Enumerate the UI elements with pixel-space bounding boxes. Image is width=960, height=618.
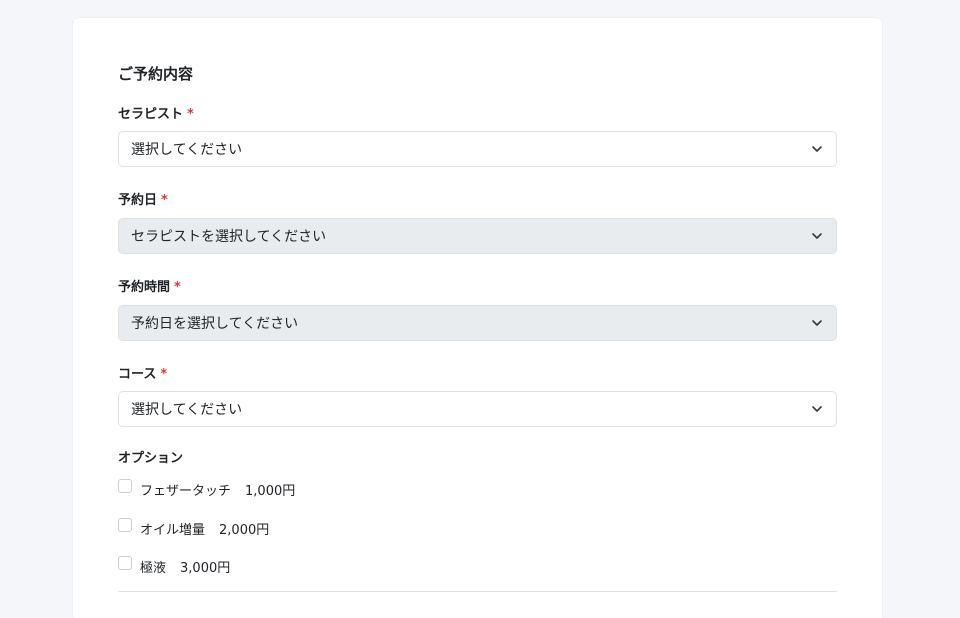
date-select[interactable]: セラピストを選択してください: [118, 218, 837, 254]
option-item[interactable]: オイル増量 2,000円: [118, 517, 270, 538]
option-name: 極液: [140, 561, 167, 576]
course-label-text: コース: [118, 367, 157, 382]
time-label-text: 予約時間: [118, 280, 171, 295]
required-mark: *: [161, 193, 168, 208]
chevron-down-icon: [812, 233, 822, 239]
divider: [118, 591, 837, 592]
therapist-label: セラピスト *: [118, 103, 194, 122]
course-select-value: 選択してください: [131, 402, 243, 418]
option-name: フェザータッチ: [140, 484, 232, 499]
therapist-label-text: セラピスト: [118, 107, 184, 122]
chevron-down-icon: [812, 320, 822, 326]
reservation-form-card: ご予約内容 セラピスト * 選択してください 予約日 * セラピストを選択してくださ…: [73, 18, 882, 618]
date-label: 予約日 *: [118, 189, 168, 208]
option-price: 3,000円: [180, 561, 231, 576]
course-select[interactable]: 選択してください: [118, 391, 837, 427]
option-price: 2,000円: [219, 523, 270, 538]
time-select[interactable]: 予約日を選択してください: [118, 305, 837, 341]
therapist-select[interactable]: 選択してください: [118, 131, 837, 167]
therapist-select-value: 選択してください: [131, 142, 243, 158]
chevron-down-icon: [812, 406, 822, 412]
date-label-text: 予約日: [118, 193, 158, 208]
option-price: 1,000円: [245, 484, 296, 499]
option-item[interactable]: フェザータッチ 1,000円: [118, 478, 296, 499]
option-item[interactable]: 極液 3,000円: [118, 555, 231, 576]
time-label: 予約時間 *: [118, 276, 181, 295]
option-checkbox[interactable]: [118, 517, 132, 532]
required-mark: *: [174, 280, 181, 295]
required-mark: *: [160, 367, 168, 382]
section-title: ご予約内容: [118, 65, 194, 83]
chevron-down-icon: [812, 146, 822, 152]
required-mark: *: [187, 107, 194, 122]
date-select-value: セラピストを選択してください: [131, 229, 327, 245]
time-select-value: 予約日を選択してください: [131, 316, 299, 332]
course-label: コース *: [118, 363, 167, 382]
options-label: オプション: [118, 451, 184, 466]
option-checkbox[interactable]: [118, 555, 132, 570]
option-checkbox[interactable]: [118, 478, 132, 493]
option-name: オイル増量: [140, 523, 206, 538]
